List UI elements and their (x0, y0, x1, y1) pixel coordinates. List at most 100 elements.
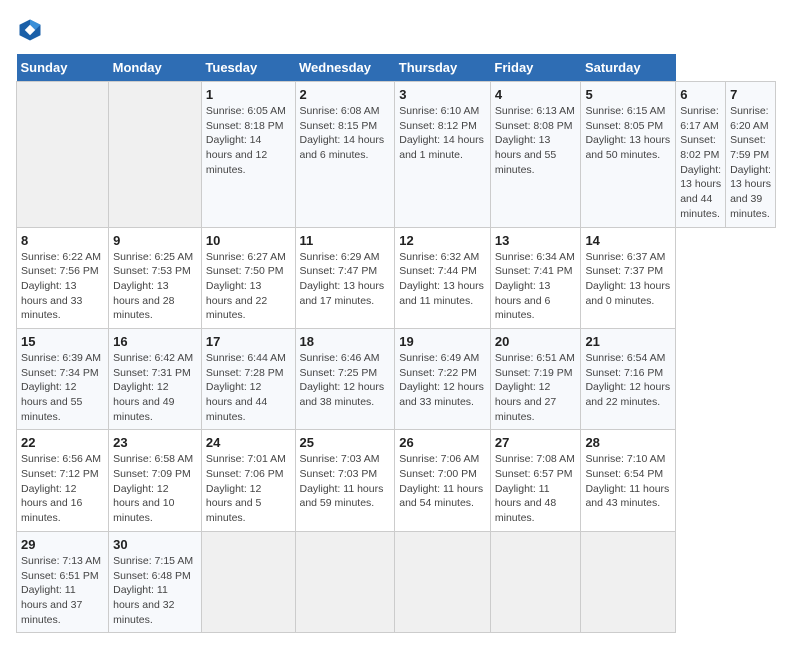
day-number: 30 (113, 537, 197, 552)
calendar-cell: 25 Sunrise: 7:03 AMSunset: 7:03 PMDaylig… (295, 430, 395, 531)
day-info: Sunrise: 6:17 AMSunset: 8:02 PMDaylight:… (680, 104, 721, 222)
calendar-cell: 26 Sunrise: 7:06 AMSunset: 7:00 PMDaylig… (395, 430, 491, 531)
day-info: Sunrise: 7:03 AMSunset: 7:03 PMDaylight:… (300, 452, 391, 511)
weekday-header: Sunday (17, 54, 109, 82)
calendar-week-row: 29 Sunrise: 7:13 AMSunset: 6:51 PMDaylig… (17, 531, 776, 632)
day-info: Sunrise: 6:42 AMSunset: 7:31 PMDaylight:… (113, 351, 197, 424)
calendar-cell: 2 Sunrise: 6:08 AMSunset: 8:15 PMDayligh… (295, 82, 395, 228)
day-info: Sunrise: 6:20 AMSunset: 7:59 PMDaylight:… (730, 104, 771, 222)
calendar-cell (17, 82, 109, 228)
calendar-cell: 1 Sunrise: 6:05 AMSunset: 8:18 PMDayligh… (201, 82, 295, 228)
calendar-cell (581, 531, 676, 632)
day-info: Sunrise: 6:22 AMSunset: 7:56 PMDaylight:… (21, 250, 104, 323)
day-number: 3 (399, 87, 486, 102)
day-number: 6 (680, 87, 721, 102)
day-number: 5 (585, 87, 671, 102)
day-info: Sunrise: 6:08 AMSunset: 8:15 PMDaylight:… (300, 104, 391, 163)
calendar-cell: 9 Sunrise: 6:25 AMSunset: 7:53 PMDayligh… (109, 227, 202, 328)
day-number: 9 (113, 233, 197, 248)
day-info: Sunrise: 6:58 AMSunset: 7:09 PMDaylight:… (113, 452, 197, 525)
calendar-cell (295, 531, 395, 632)
calendar-cell: 27 Sunrise: 7:08 AMSunset: 6:57 PMDaylig… (490, 430, 581, 531)
calendar-cell: 16 Sunrise: 6:42 AMSunset: 7:31 PMDaylig… (109, 328, 202, 429)
day-number: 4 (495, 87, 577, 102)
calendar-cell: 17 Sunrise: 6:44 AMSunset: 7:28 PMDaylig… (201, 328, 295, 429)
logo (16, 16, 48, 44)
day-info: Sunrise: 6:44 AMSunset: 7:28 PMDaylight:… (206, 351, 291, 424)
day-number: 23 (113, 435, 197, 450)
day-number: 25 (300, 435, 391, 450)
day-number: 8 (21, 233, 104, 248)
weekday-header: Tuesday (201, 54, 295, 82)
day-number: 16 (113, 334, 197, 349)
day-info: Sunrise: 6:34 AMSunset: 7:41 PMDaylight:… (495, 250, 577, 323)
day-number: 19 (399, 334, 486, 349)
day-info: Sunrise: 6:39 AMSunset: 7:34 PMDaylight:… (21, 351, 104, 424)
day-number: 12 (399, 233, 486, 248)
calendar-cell (395, 531, 491, 632)
calendar-cell: 15 Sunrise: 6:39 AMSunset: 7:34 PMDaylig… (17, 328, 109, 429)
calendar-cell: 22 Sunrise: 6:56 AMSunset: 7:12 PMDaylig… (17, 430, 109, 531)
calendar-cell: 8 Sunrise: 6:22 AMSunset: 7:56 PMDayligh… (17, 227, 109, 328)
calendar-cell: 3 Sunrise: 6:10 AMSunset: 8:12 PMDayligh… (395, 82, 491, 228)
calendar-cell: 4 Sunrise: 6:13 AMSunset: 8:08 PMDayligh… (490, 82, 581, 228)
calendar-cell: 12 Sunrise: 6:32 AMSunset: 7:44 PMDaylig… (395, 227, 491, 328)
day-info: Sunrise: 6:15 AMSunset: 8:05 PMDaylight:… (585, 104, 671, 163)
calendar-cell: 10 Sunrise: 6:27 AMSunset: 7:50 PMDaylig… (201, 227, 295, 328)
day-info: Sunrise: 6:10 AMSunset: 8:12 PMDaylight:… (399, 104, 486, 163)
weekday-header: Saturday (581, 54, 676, 82)
day-info: Sunrise: 6:27 AMSunset: 7:50 PMDaylight:… (206, 250, 291, 323)
day-info: Sunrise: 6:46 AMSunset: 7:25 PMDaylight:… (300, 351, 391, 410)
day-info: Sunrise: 7:08 AMSunset: 6:57 PMDaylight:… (495, 452, 577, 525)
calendar-week-row: 22 Sunrise: 6:56 AMSunset: 7:12 PMDaylig… (17, 430, 776, 531)
day-number: 17 (206, 334, 291, 349)
day-number: 21 (585, 334, 671, 349)
day-info: Sunrise: 6:29 AMSunset: 7:47 PMDaylight:… (300, 250, 391, 309)
calendar-cell: 5 Sunrise: 6:15 AMSunset: 8:05 PMDayligh… (581, 82, 676, 228)
day-info: Sunrise: 7:10 AMSunset: 6:54 PMDaylight:… (585, 452, 671, 511)
day-number: 22 (21, 435, 104, 450)
weekday-header: Thursday (395, 54, 491, 82)
calendar-cell: 19 Sunrise: 6:49 AMSunset: 7:22 PMDaylig… (395, 328, 491, 429)
calendar-cell: 14 Sunrise: 6:37 AMSunset: 7:37 PMDaylig… (581, 227, 676, 328)
day-number: 28 (585, 435, 671, 450)
day-info: Sunrise: 6:25 AMSunset: 7:53 PMDaylight:… (113, 250, 197, 323)
calendar-cell (490, 531, 581, 632)
day-number: 15 (21, 334, 104, 349)
day-info: Sunrise: 7:01 AMSunset: 7:06 PMDaylight:… (206, 452, 291, 525)
calendar-cell: 13 Sunrise: 6:34 AMSunset: 7:41 PMDaylig… (490, 227, 581, 328)
page-header (16, 16, 776, 44)
calendar-cell: 28 Sunrise: 7:10 AMSunset: 6:54 PMDaylig… (581, 430, 676, 531)
weekday-header: Friday (490, 54, 581, 82)
logo-icon (16, 16, 44, 44)
day-number: 29 (21, 537, 104, 552)
calendar-week-row: 8 Sunrise: 6:22 AMSunset: 7:56 PMDayligh… (17, 227, 776, 328)
day-number: 20 (495, 334, 577, 349)
calendar-cell (201, 531, 295, 632)
calendar-cell: 18 Sunrise: 6:46 AMSunset: 7:25 PMDaylig… (295, 328, 395, 429)
calendar-week-row: 15 Sunrise: 6:39 AMSunset: 7:34 PMDaylig… (17, 328, 776, 429)
calendar-cell: 6 Sunrise: 6:17 AMSunset: 8:02 PMDayligh… (676, 82, 726, 228)
weekday-header: Wednesday (295, 54, 395, 82)
calendar-cell: 29 Sunrise: 7:13 AMSunset: 6:51 PMDaylig… (17, 531, 109, 632)
day-info: Sunrise: 7:13 AMSunset: 6:51 PMDaylight:… (21, 554, 104, 627)
day-number: 2 (300, 87, 391, 102)
calendar-week-row: 1 Sunrise: 6:05 AMSunset: 8:18 PMDayligh… (17, 82, 776, 228)
calendar-cell: 20 Sunrise: 6:51 AMSunset: 7:19 PMDaylig… (490, 328, 581, 429)
day-info: Sunrise: 6:05 AMSunset: 8:18 PMDaylight:… (206, 104, 291, 177)
calendar-cell: 21 Sunrise: 6:54 AMSunset: 7:16 PMDaylig… (581, 328, 676, 429)
day-number: 18 (300, 334, 391, 349)
day-number: 10 (206, 233, 291, 248)
day-info: Sunrise: 6:37 AMSunset: 7:37 PMDaylight:… (585, 250, 671, 309)
day-number: 26 (399, 435, 486, 450)
weekday-header: Monday (109, 54, 202, 82)
day-number: 7 (730, 87, 771, 102)
day-info: Sunrise: 7:06 AMSunset: 7:00 PMDaylight:… (399, 452, 486, 511)
day-info: Sunrise: 6:49 AMSunset: 7:22 PMDaylight:… (399, 351, 486, 410)
calendar-cell: 7 Sunrise: 6:20 AMSunset: 7:59 PMDayligh… (726, 82, 776, 228)
calendar-cell: 30 Sunrise: 7:15 AMSunset: 6:48 PMDaylig… (109, 531, 202, 632)
day-number: 11 (300, 233, 391, 248)
calendar-table: SundayMondayTuesdayWednesdayThursdayFrid… (16, 54, 776, 633)
day-number: 24 (206, 435, 291, 450)
calendar-cell: 11 Sunrise: 6:29 AMSunset: 7:47 PMDaylig… (295, 227, 395, 328)
